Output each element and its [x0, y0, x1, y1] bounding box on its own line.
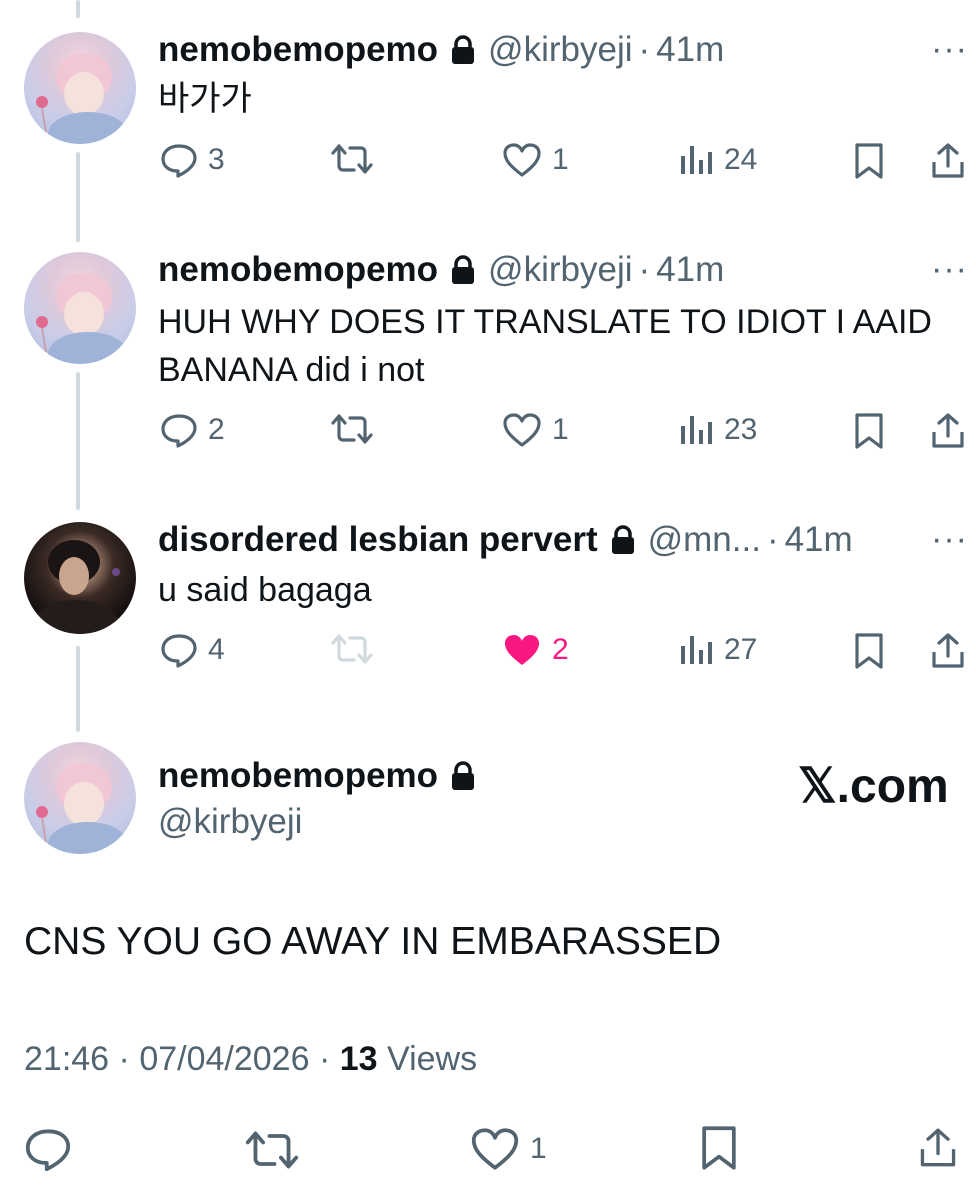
avatar[interactable]	[24, 522, 136, 634]
handle[interactable]: @kirbyeji	[488, 250, 632, 290]
retweet-button[interactable]	[330, 412, 374, 446]
heart-icon	[503, 143, 541, 177]
avatar-image	[36, 273, 128, 364]
heart-icon	[503, 413, 541, 447]
bookmark-icon	[702, 1126, 736, 1170]
tweet-text: 바가가	[158, 80, 252, 118]
reply-icon	[161, 414, 197, 448]
tweet-time[interactable]: 21:46	[24, 1040, 109, 1078]
retweet-button[interactable]	[330, 142, 374, 176]
timestamp[interactable]: 41m	[656, 250, 724, 290]
heart-icon	[471, 1128, 519, 1170]
handle[interactable]: @mn...	[648, 520, 761, 560]
view-count: 23	[724, 413, 758, 446]
heart-filled-icon	[505, 635, 539, 665]
handle[interactable]: @kirbyeji	[158, 802, 302, 842]
separator: ·	[638, 30, 651, 69]
share-button[interactable]	[930, 142, 966, 180]
avatar[interactable]	[24, 742, 136, 854]
share-icon	[932, 633, 964, 668]
reply-icon	[161, 144, 197, 178]
avatar[interactable]	[24, 252, 136, 364]
share-button[interactable]	[918, 1124, 958, 1172]
more-options-icon[interactable]: ···	[931, 250, 968, 289]
reply-button[interactable]: 3	[160, 142, 225, 178]
handle[interactable]: @kirbyeji	[488, 30, 632, 70]
view-count: 24	[724, 143, 758, 176]
views-button[interactable]: 27	[678, 632, 757, 668]
share-icon	[920, 1128, 956, 1167]
tweet-date[interactable]: 07/04/2026	[139, 1040, 309, 1078]
like-button[interactable]: 1	[502, 142, 569, 178]
main-action-bar: 1	[0, 1122, 976, 1178]
reply-count: 4	[208, 633, 225, 666]
display-name[interactable]: disordered lesbian pervert	[158, 520, 598, 560]
avatar-image	[36, 763, 128, 854]
share-button[interactable]	[930, 632, 966, 670]
tweet-text: u said bagaga	[158, 571, 372, 609]
main-tweet-text: CNS YOU GO AWAY IN EMBARASSED	[24, 920, 722, 963]
lock-icon	[450, 35, 476, 65]
bookmark-button[interactable]	[852, 632, 886, 670]
retweet-icon	[331, 414, 373, 444]
bookmark-icon	[855, 143, 883, 179]
thread-line	[76, 0, 80, 18]
retweet-button[interactable]	[244, 1128, 300, 1172]
avatar-image	[36, 53, 128, 144]
analytics-icon	[681, 636, 712, 664]
more-options-icon[interactable]: ···	[931, 520, 968, 559]
like-button[interactable]: 1	[470, 1126, 547, 1172]
share-button[interactable]	[930, 412, 966, 450]
reply-count: 2	[208, 413, 225, 446]
timestamp[interactable]: 41m	[656, 30, 724, 70]
avatar[interactable]	[24, 32, 136, 144]
bookmark-icon	[855, 413, 883, 449]
separator: ·	[766, 520, 779, 559]
like-button[interactable]: 1	[502, 412, 569, 448]
bookmark-icon	[855, 633, 883, 669]
bookmark-button[interactable]	[698, 1124, 740, 1172]
reply-button[interactable]	[24, 1126, 72, 1172]
separator: ·	[638, 250, 651, 289]
timestamp[interactable]: 41m	[785, 520, 853, 560]
tweet-meta: 21:46 · 07/04/2026 · 13 Views	[24, 1040, 477, 1079]
share-icon	[932, 413, 964, 448]
views-button[interactable]: 24	[678, 142, 757, 178]
reply-count: 3	[208, 143, 225, 176]
bookmark-button[interactable]	[852, 412, 886, 450]
x-watermark: 𝕏.com	[798, 760, 949, 813]
lock-icon	[450, 255, 476, 285]
retweet-icon	[245, 1131, 299, 1169]
like-count: 1	[552, 413, 569, 446]
reply-icon	[161, 634, 197, 668]
reply-button[interactable]: 4	[160, 632, 225, 668]
more-options-icon[interactable]: ···	[931, 30, 968, 69]
analytics-icon	[681, 416, 712, 444]
display-name[interactable]: nemobemopemo	[158, 756, 438, 796]
retweet-icon	[331, 634, 373, 664]
views-label: Views	[387, 1040, 478, 1078]
lock-icon	[610, 525, 636, 555]
views-count: 13	[339, 1040, 378, 1078]
retweet-icon	[331, 144, 373, 174]
display-name[interactable]: nemobemopemo	[158, 30, 438, 70]
lock-icon	[450, 761, 476, 791]
like-count: 1	[552, 143, 569, 176]
like-count: 1	[530, 1132, 547, 1165]
like-count: 2	[552, 633, 569, 666]
like-button[interactable]: 2	[502, 632, 569, 668]
separator: ·	[118, 1040, 130, 1078]
analytics-icon	[681, 146, 712, 174]
reply-icon	[25, 1129, 71, 1172]
bookmark-button[interactable]	[852, 142, 886, 180]
view-count: 27	[724, 633, 758, 666]
retweet-button[interactable]	[330, 632, 374, 666]
share-icon	[932, 143, 964, 178]
avatar-image	[32, 540, 120, 634]
views-button[interactable]: 23	[678, 412, 757, 448]
display-name[interactable]: nemobemopemo	[158, 250, 438, 290]
reply-button[interactable]: 2	[160, 412, 225, 448]
separator: ·	[318, 1040, 331, 1078]
tweet-text: HUH WHY DOES IT TRANSLATE TO IDIOT I AAI…	[158, 303, 932, 389]
